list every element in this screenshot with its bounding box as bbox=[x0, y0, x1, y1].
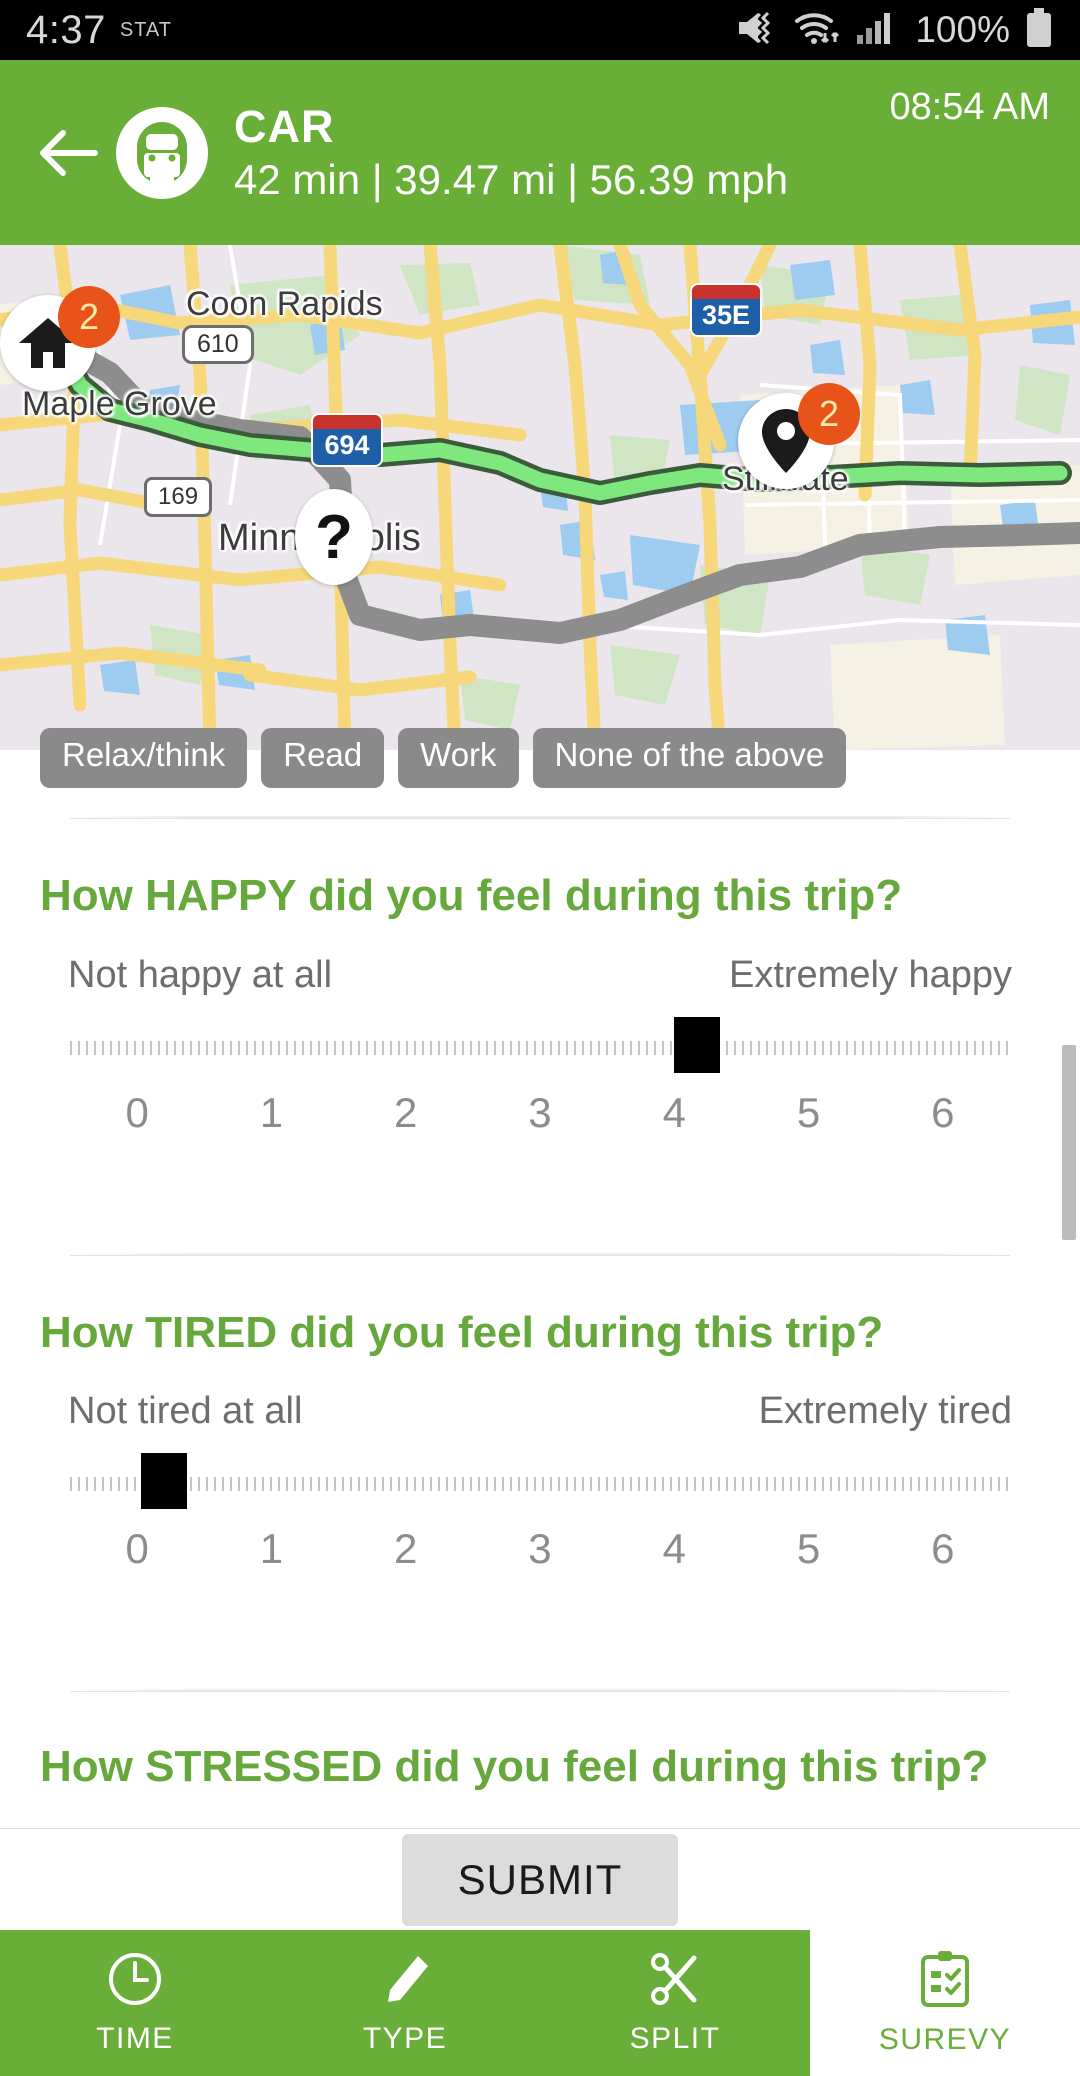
trip-header: CAR 42 min | 39.47 mi | 56.39 mph 08:54 … bbox=[0, 60, 1080, 245]
back-button[interactable] bbox=[30, 114, 108, 192]
scale-tick[interactable]: 0 bbox=[70, 1089, 204, 1137]
scale-tick[interactable]: 5 bbox=[741, 1525, 875, 1573]
back-arrow-icon bbox=[40, 129, 98, 176]
slider-happy-thumb[interactable] bbox=[673, 1016, 720, 1073]
nav-label-time: TIME bbox=[96, 2022, 174, 2055]
scissors-icon bbox=[651, 1953, 697, 2005]
car-icon bbox=[137, 121, 187, 184]
slider-tired[interactable] bbox=[70, 1447, 1010, 1517]
car-mode-icon bbox=[116, 106, 208, 199]
destination-badge: 2 bbox=[798, 383, 860, 445]
question-happy-anchors: Not happy at all Extremely happy bbox=[40, 954, 1040, 997]
scale-tick[interactable]: 3 bbox=[473, 1525, 607, 1573]
pencil-icon bbox=[388, 1956, 428, 2002]
status-bar: 4:37 STAT 100% bbox=[0, 0, 1080, 60]
activity-chip-row: Relax/think Read Work None of the above bbox=[40, 728, 847, 788]
anchor-low-tired: Not tired at all bbox=[68, 1390, 303, 1433]
question-happy: How HAPPY did you feel during this trip?… bbox=[0, 871, 1080, 997]
submit-button[interactable]: SUBMIT bbox=[401, 1833, 679, 1926]
status-carrier: STAT bbox=[119, 18, 173, 41]
scale-tick[interactable]: 2 bbox=[339, 1525, 473, 1573]
trip-stats: 42 min | 39.47 mi | 56.39 mph bbox=[234, 156, 789, 204]
clock-icon bbox=[109, 1953, 161, 2005]
slider-tired-scale: 0 1 2 3 4 5 6 bbox=[70, 1525, 1010, 1573]
clipboard-check-icon bbox=[921, 1951, 969, 2007]
slider-tired-thumb[interactable] bbox=[141, 1453, 187, 1510]
section-divider-1 bbox=[70, 816, 1010, 819]
nav-label-split: SPLIT bbox=[629, 2022, 721, 2055]
scale-tick[interactable]: 6 bbox=[876, 1525, 1010, 1573]
survey-scroll-area[interactable]: Relax/think Read Work None of the above … bbox=[0, 728, 1080, 1828]
scale-tick[interactable]: 1 bbox=[204, 1089, 338, 1137]
mute-vibrate-icon bbox=[737, 9, 779, 52]
nav-label-type: TYPE bbox=[362, 2022, 448, 2055]
battery-percent: 100% bbox=[915, 9, 1010, 50]
question-stressed-title: How STRESSED did you feel during this tr… bbox=[40, 1742, 989, 1792]
scale-tick[interactable]: 1 bbox=[204, 1525, 338, 1573]
nav-item-split[interactable]: SPLIT bbox=[540, 1930, 810, 2076]
status-time: 4:37 bbox=[26, 7, 106, 52]
route-shield-694: 694 bbox=[311, 413, 383, 467]
nav-item-type[interactable]: TYPE bbox=[270, 1930, 540, 2076]
section-divider-3 bbox=[70, 1689, 1010, 1693]
question-stressed: How STRESSED did you feel during this tr… bbox=[0, 1742, 1080, 1793]
scale-tick[interactable]: 2 bbox=[339, 1089, 473, 1137]
slider-happy-track[interactable] bbox=[70, 1040, 1010, 1055]
slider-tired-track[interactable] bbox=[70, 1477, 1010, 1492]
wifi-icon bbox=[793, 9, 841, 52]
scale-tick[interactable]: 0 bbox=[70, 1525, 204, 1573]
origin-badge: 2 bbox=[58, 286, 120, 348]
battery-icon bbox=[1024, 7, 1054, 54]
question-tired: How TIRED did you feel during this trip?… bbox=[0, 1308, 1080, 1434]
activity-chip-work[interactable]: Work bbox=[398, 728, 519, 788]
nav-label-survey: SUREVY bbox=[878, 2023, 1012, 2056]
submit-bar: SUBMIT bbox=[0, 1828, 1080, 1930]
scale-tick[interactable]: 4 bbox=[607, 1525, 741, 1573]
activity-chip-read[interactable]: Read bbox=[261, 728, 385, 788]
nav-item-survey[interactable]: SUREVY bbox=[810, 1930, 1080, 2076]
route-shield-35e: 35E bbox=[690, 283, 762, 337]
anchor-high-happy: Extremely happy bbox=[728, 953, 1012, 996]
route-shield-610: 610 bbox=[182, 325, 254, 364]
signal-icon bbox=[855, 9, 895, 52]
trip-mode-title: CAR bbox=[234, 100, 335, 152]
unknown-mode-marker[interactable]: ? bbox=[295, 489, 373, 585]
scale-tick[interactable]: 3 bbox=[473, 1089, 607, 1137]
anchor-high-tired: Extremely tired bbox=[758, 1390, 1012, 1433]
scale-tick[interactable]: 4 bbox=[607, 1089, 741, 1137]
scale-tick[interactable]: 5 bbox=[741, 1089, 875, 1137]
slider-happy-scale: 0 1 2 3 4 5 6 bbox=[70, 1089, 1010, 1137]
question-tired-anchors: Not tired at all Extremely tired bbox=[40, 1390, 1040, 1433]
activity-chip-none[interactable]: None of the above bbox=[532, 728, 847, 788]
activity-chip-relax[interactable]: Relax/think bbox=[40, 728, 248, 788]
scale-tick[interactable]: 6 bbox=[876, 1089, 1010, 1137]
question-tired-title: How TIRED did you feel during this trip? bbox=[40, 1307, 884, 1357]
route-shield-169: 169 bbox=[144, 477, 213, 517]
question-happy-title: How HAPPY did you feel during this trip? bbox=[40, 871, 903, 920]
trip-map[interactable]: Coon Rapids Maple Grove Minneapolis Stil… bbox=[0, 245, 1080, 750]
nav-item-time[interactable]: TIME bbox=[0, 1930, 270, 2076]
trip-summary: CAR 42 min | 39.47 mi | 56.39 mph bbox=[234, 103, 889, 202]
section-divider-2 bbox=[70, 1252, 1010, 1256]
bottom-nav-green-group: TIME TYPE SPLIT bbox=[0, 1930, 810, 2076]
anchor-low-happy: Not happy at all bbox=[68, 953, 333, 996]
status-icons: 100% bbox=[737, 7, 1054, 54]
trip-time: 08:54 AM bbox=[889, 86, 1050, 128]
slider-happy[interactable] bbox=[70, 1011, 1010, 1081]
bottom-navigation: TIME TYPE SPLIT SUREVY bbox=[0, 1930, 1080, 2076]
vertical-scrollbar[interactable] bbox=[1062, 1045, 1076, 1240]
